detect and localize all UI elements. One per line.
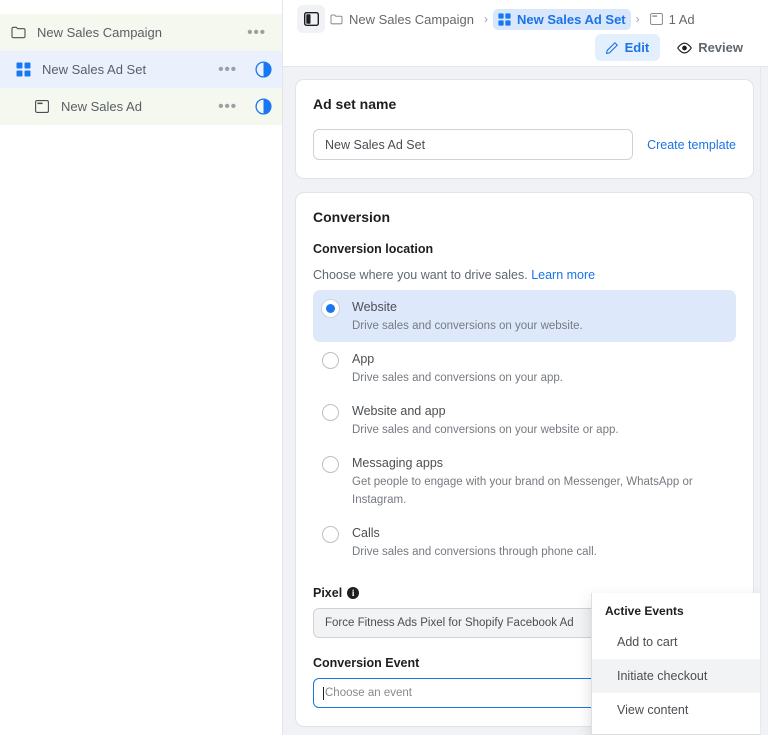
info-icon[interactable]: i	[347, 587, 359, 599]
conversion-title: Conversion	[313, 209, 736, 225]
breadcrumb-label: 1 Ad	[669, 12, 695, 27]
folder-icon	[8, 23, 28, 43]
radio-description: Drive sales and conversions on your webs…	[352, 320, 583, 332]
create-template-link[interactable]: Create template	[647, 138, 736, 152]
radio-text: Website and app Drive sales and conversi…	[352, 402, 619, 438]
sidebar-item-menu-button[interactable]: •••	[212, 102, 243, 112]
sidebar-panel-icon[interactable]	[297, 5, 325, 33]
radio-title: App	[352, 352, 374, 366]
radio-option-app[interactable]: App Drive sales and conversions on your …	[313, 342, 736, 394]
radio-icon	[322, 456, 339, 473]
radio-title: Messaging apps	[352, 456, 443, 470]
dropdown-item-add-to-cart[interactable]: Add to cart	[592, 625, 768, 659]
breadcrumb-item-ad-set[interactable]: New Sales Ad Set	[493, 9, 631, 30]
breadcrumb-item-campaign[interactable]: New Sales Campaign	[325, 9, 479, 30]
radio-icon	[322, 404, 339, 421]
toggle-status-icon[interactable]	[255, 61, 272, 78]
sidebar-item-label: New Sales Ad Set	[42, 62, 212, 77]
grid-icon	[13, 60, 33, 80]
app-root: New Sales Campaign ••• New Sales Ad Set …	[0, 0, 768, 735]
breadcrumb: New Sales Campaign › New Sales Ad Set › …	[297, 0, 754, 34]
tab-edit[interactable]: Edit	[595, 34, 661, 61]
ad-set-name-card: Ad set name Create template	[295, 79, 754, 179]
radio-title: Website	[352, 300, 397, 314]
helper-text: Choose where you want to drive sales.	[313, 268, 528, 282]
window-icon	[32, 97, 52, 117]
radio-option-calls[interactable]: Calls Drive sales and conversions throug…	[313, 516, 736, 568]
sidebar-item-campaign[interactable]: New Sales Campaign •••	[0, 14, 282, 51]
radio-title: Website and app	[352, 404, 446, 418]
campaign-tree-sidebar: New Sales Campaign ••• New Sales Ad Set …	[0, 0, 283, 735]
radio-option-messaging-apps[interactable]: Messaging apps Get people to engage with…	[313, 446, 736, 516]
sidebar-item-label: New Sales Campaign	[37, 25, 241, 40]
sidebar-item-ad-set[interactable]: New Sales Ad Set •••	[0, 51, 282, 88]
sidebar-item-label: New Sales Ad	[61, 99, 212, 114]
dropdown-group-header: Active Events	[592, 597, 768, 625]
tab-label: Review	[698, 40, 743, 55]
ad-set-name-row: Create template	[313, 129, 736, 160]
main-panel: New Sales Campaign › New Sales Ad Set › …	[283, 0, 768, 735]
conversion-event-label: Conversion Event	[313, 656, 419, 670]
sidebar-item-menu-button[interactable]: •••	[212, 65, 243, 75]
sidebar-item-menu-button[interactable]: •••	[241, 28, 272, 38]
view-mode-tabs: Edit Review	[595, 34, 754, 61]
radio-option-website[interactable]: Website Drive sales and conversions on y…	[313, 290, 736, 342]
dropdown-item-view-content[interactable]: View content	[592, 693, 768, 727]
grid-icon	[498, 13, 511, 26]
conversion-location-label: Conversion location	[313, 242, 736, 256]
radio-icon	[322, 300, 339, 317]
ad-set-name-input[interactable]	[313, 129, 633, 160]
tab-review[interactable]: Review	[666, 34, 754, 61]
conversion-helper-text: Choose where you want to drive sales. Le…	[313, 268, 736, 282]
radio-option-website-and-app[interactable]: Website and app Drive sales and conversi…	[313, 394, 736, 446]
folder-icon	[330, 14, 343, 25]
radio-text: Website Drive sales and conversions on y…	[352, 298, 583, 334]
radio-description: Drive sales and conversions on your webs…	[352, 424, 619, 436]
radio-text: Messaging apps Get people to engage with…	[352, 454, 726, 508]
radio-text: App Drive sales and conversions on your …	[352, 350, 563, 386]
learn-more-link[interactable]: Learn more	[531, 268, 595, 282]
breadcrumb-item-ad-count[interactable]: 1 Ad	[645, 9, 700, 30]
radio-description: Drive sales and conversions through phon…	[352, 546, 597, 558]
top-bar: New Sales Campaign › New Sales Ad Set › …	[283, 0, 768, 67]
breadcrumb-label: New Sales Campaign	[349, 12, 474, 27]
radio-icon	[322, 352, 339, 369]
tab-label: Edit	[625, 40, 650, 55]
pixel-label: Pixel	[313, 586, 342, 600]
radio-description: Get people to engage with your brand on …	[352, 476, 693, 506]
scroll-gutter	[760, 67, 768, 735]
conversion-event-dropdown: Active Events Add to cart Initiate check…	[591, 593, 768, 735]
radio-text: Calls Drive sales and conversions throug…	[352, 524, 597, 560]
dropdown-list: Active Events Add to cart Initiate check…	[592, 593, 768, 734]
breadcrumb-separator: ›	[484, 12, 488, 26]
breadcrumb-separator: ›	[636, 12, 640, 26]
page-title: Ad set name	[313, 96, 736, 112]
eye-icon	[677, 42, 692, 54]
toggle-status-icon[interactable]	[255, 98, 272, 115]
sidebar-item-ad[interactable]: New Sales Ad •••	[0, 88, 282, 125]
conversion-location-options: Website Drive sales and conversions on y…	[313, 290, 736, 568]
dropdown-item-initiate-checkout[interactable]: Initiate checkout	[592, 659, 768, 693]
pencil-icon	[606, 41, 619, 54]
radio-description: Drive sales and conversions on your app.	[352, 372, 563, 384]
radio-title: Calls	[352, 526, 380, 540]
breadcrumb-label: New Sales Ad Set	[517, 12, 626, 27]
radio-icon	[322, 526, 339, 543]
window-icon	[650, 13, 663, 25]
